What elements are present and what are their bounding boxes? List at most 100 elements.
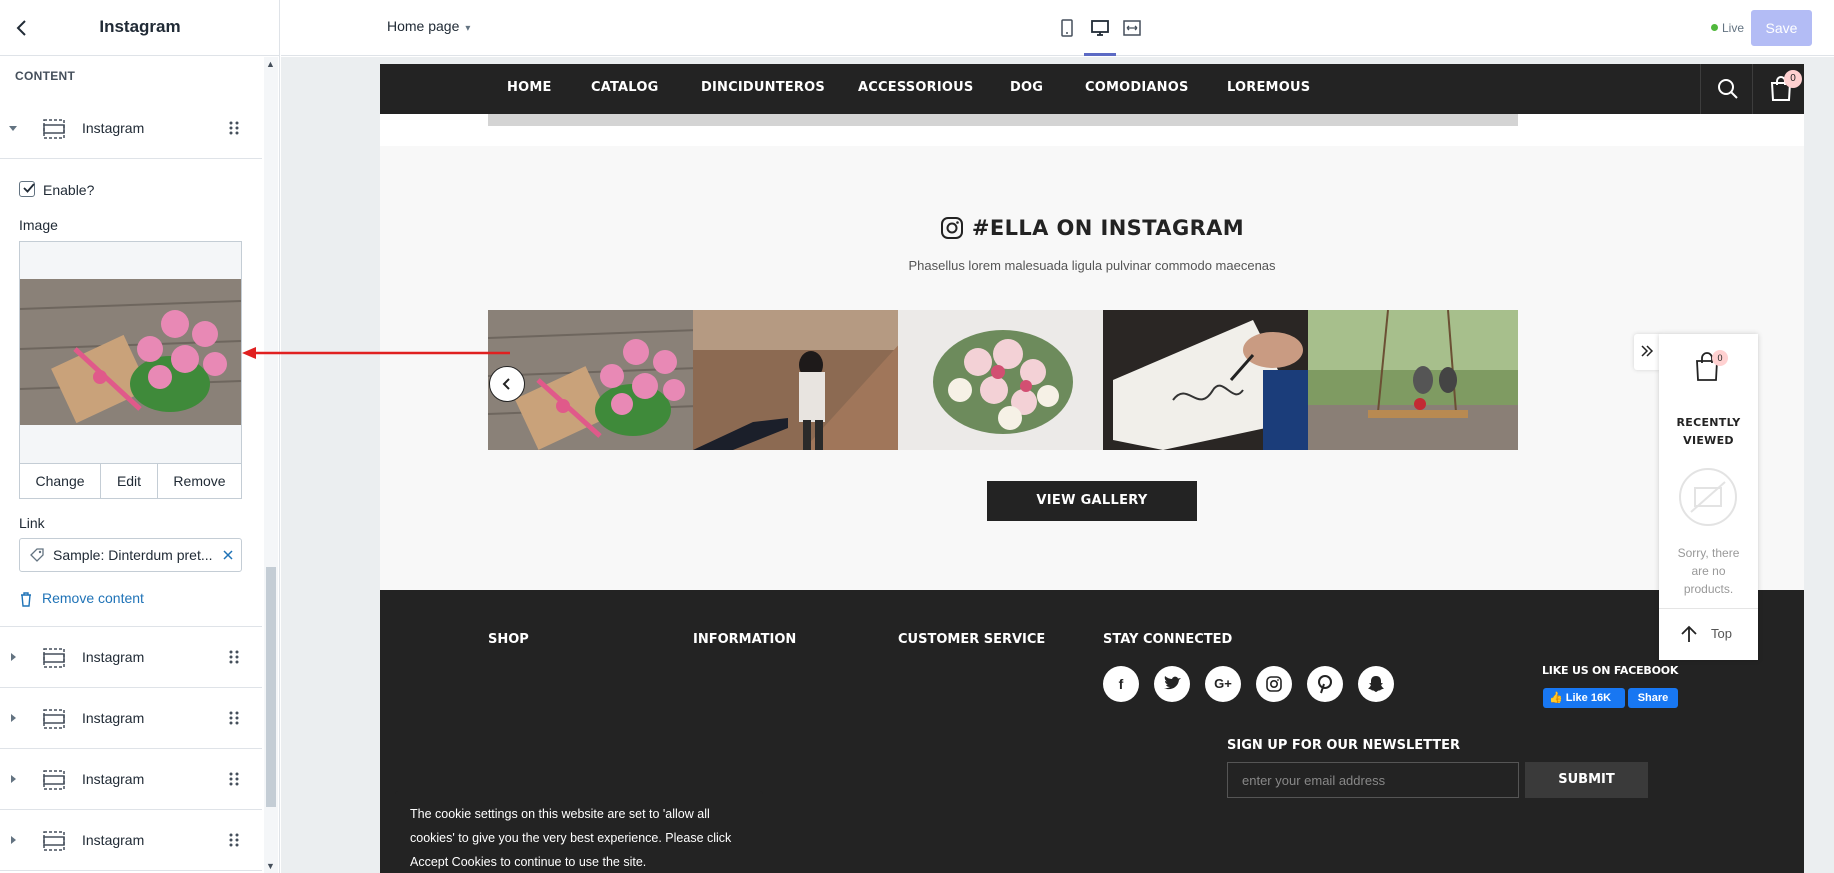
image-label: Image — [19, 217, 58, 233]
recently-viewed-panel: 0 RECENTLY VIEWED Sorry, there are no pr… — [1659, 334, 1758, 660]
gallery-image-notebook[interactable] — [1103, 310, 1313, 450]
back-to-top-label: Top — [1711, 626, 1732, 641]
previous-section-remnant — [380, 114, 1804, 146]
scroll-up-icon[interactable]: ▲ — [266, 59, 275, 69]
chevron-down-icon: ▾ — [465, 23, 471, 34]
change-image-button[interactable]: Change — [20, 464, 101, 499]
recently-viewed-toggle[interactable] — [1634, 334, 1660, 370]
recently-viewed-empty-message: Sorry, there are no products. — [1659, 544, 1758, 598]
nav-loremous[interactable]: LOREMOUS — [1227, 80, 1310, 95]
scrollbar-thumb[interactable] — [266, 567, 276, 807]
recently-viewed-title: RECENTLY VIEWED — [1659, 414, 1758, 450]
save-button[interactable]: Save — [1751, 10, 1812, 46]
block-layout-icon — [42, 831, 66, 851]
footer-heading-shop: SHOP — [488, 632, 529, 647]
sidebar-scrollbar[interactable]: ▲ ▼ — [264, 57, 278, 873]
nav-home[interactable]: HOME — [507, 80, 552, 95]
sidebar-header: Instagram — [0, 0, 279, 56]
drag-handle-icon[interactable] — [228, 648, 240, 666]
page-selector[interactable]: Home page ▾ — [387, 18, 470, 34]
block-layout-icon — [42, 770, 66, 790]
newsletter-email-input[interactable] — [1227, 762, 1519, 798]
gallery-image-bouquet[interactable] — [898, 310, 1108, 450]
nav-divider — [1700, 64, 1701, 114]
pinterest-icon[interactable] — [1307, 666, 1343, 702]
block-label: Instagram — [82, 120, 145, 136]
active-device-indicator — [1084, 53, 1116, 56]
remove-content-label: Remove content — [42, 590, 144, 606]
instagram-icon — [940, 216, 964, 240]
facebook-share-button[interactable]: Share — [1628, 688, 1678, 708]
view-gallery-button[interactable]: VIEW GALLERY — [987, 481, 1197, 521]
instagram-icon[interactable] — [1256, 666, 1292, 702]
store-nav: HOME CATALOG DINCIDUNTEROS ACCESSORIOUS … — [380, 64, 1804, 114]
facebook-icon[interactable]: f — [1103, 666, 1139, 702]
drag-handle-icon[interactable] — [228, 709, 240, 727]
desktop-icon[interactable] — [1088, 16, 1112, 40]
clear-link-icon[interactable] — [220, 547, 236, 563]
nav-comodianos[interactable]: COMODIANOS — [1085, 80, 1189, 95]
recently-viewed-title-line: VIEWED — [1683, 434, 1734, 447]
nav-divider — [1752, 64, 1753, 114]
divider — [1659, 608, 1758, 609]
section-label-content: CONTENT — [15, 69, 76, 83]
theme-editor-sidebar: Instagram CONTENT Instagram Enable? Imag… — [0, 0, 280, 873]
newsletter-submit-button[interactable]: SUBMIT — [1525, 762, 1648, 798]
newsletter-heading: SIGN UP FOR OUR NEWSLETTER — [1227, 738, 1461, 753]
drag-handle-icon[interactable] — [228, 119, 240, 137]
twitter-icon[interactable] — [1154, 666, 1190, 702]
arrow-up-icon — [1679, 624, 1699, 644]
like-count-label: Like 16K — [1565, 692, 1612, 704]
image-preview-roses — [20, 279, 241, 425]
search-icon[interactable] — [1716, 77, 1740, 101]
edit-image-button[interactable]: Edit — [101, 464, 158, 499]
editor-topbar: Home page ▾ Live Save — [281, 0, 1834, 56]
tag-icon — [29, 547, 45, 563]
product-image-remnant — [488, 114, 698, 126]
block-instagram-collapsed[interactable]: Instagram — [0, 628, 262, 688]
block-label: Instagram — [82, 771, 145, 787]
mobile-icon[interactable] — [1055, 16, 1079, 40]
caret-right-icon — [8, 772, 18, 786]
like-us-on-facebook-label: LIKE US ON FACEBOOK — [1542, 664, 1679, 677]
google-plus-icon[interactable]: G+ — [1205, 666, 1241, 702]
product-image-remnant — [1103, 114, 1313, 126]
block-instagram-expanded[interactable]: Instagram — [0, 99, 262, 159]
nav-accessorious[interactable]: ACCESSORIOUS — [858, 80, 973, 95]
block-instagram-collapsed[interactable]: Instagram — [0, 689, 262, 749]
snapchat-icon[interactable] — [1358, 666, 1394, 702]
caret-down-icon — [8, 121, 18, 135]
instagram-subtitle: Phasellus lorem malesuada ligula pulvina… — [908, 258, 1276, 273]
block-layout-icon — [42, 648, 66, 668]
cookie-banner: The cookie settings on this website are … — [395, 791, 763, 873]
image-picker: Change Edit Remove — [19, 241, 242, 499]
nav-dinciduntero[interactable]: DINCIDUNTEROS — [701, 80, 825, 95]
block-instagram-collapsed[interactable]: Instagram — [0, 750, 262, 810]
recently-viewed-count-badge: 0 — [1712, 350, 1728, 366]
gallery-image-swing[interactable] — [1308, 310, 1518, 450]
instagram-section: #ELLA ON INSTAGRAM Phasellus lorem males… — [380, 146, 1804, 590]
page-selector-label: Home page — [387, 18, 460, 34]
back-arrow-icon[interactable] — [10, 16, 34, 40]
block-instagram-collapsed[interactable]: Instagram — [0, 811, 262, 871]
block-settings: Enable? Image Change Edit Remove Link Sa… — [0, 157, 262, 627]
footer-heading-customer-service: CUSTOMER SERVICE — [898, 632, 1046, 647]
gallery-prev-arrow[interactable] — [489, 366, 525, 402]
chevron-left-icon — [502, 378, 510, 390]
instagram-title: #ELLA ON INSTAGRAM — [971, 216, 1245, 240]
remove-image-button[interactable]: Remove — [158, 464, 241, 499]
drag-handle-icon[interactable] — [228, 770, 240, 788]
scroll-down-icon[interactable]: ▼ — [266, 861, 275, 871]
facebook-like-button[interactable]: 👍 Like 16K — [1543, 688, 1625, 708]
nav-dog[interactable]: DOG — [1010, 80, 1043, 95]
drag-handle-icon[interactable] — [228, 831, 240, 849]
recently-viewed-title-line: RECENTLY — [1676, 416, 1741, 429]
enable-checkbox[interactable] — [19, 181, 35, 197]
back-to-top-button[interactable]: Top — [1659, 610, 1758, 658]
gallery-image-cliff[interactable] — [693, 310, 903, 450]
block-label: Instagram — [82, 832, 145, 848]
link-field[interactable]: Sample: Dinterdum pret... — [19, 538, 242, 572]
fullwidth-icon[interactable] — [1120, 16, 1144, 40]
block-layout-icon — [42, 119, 66, 139]
nav-catalog[interactable]: CATALOG — [591, 80, 658, 95]
